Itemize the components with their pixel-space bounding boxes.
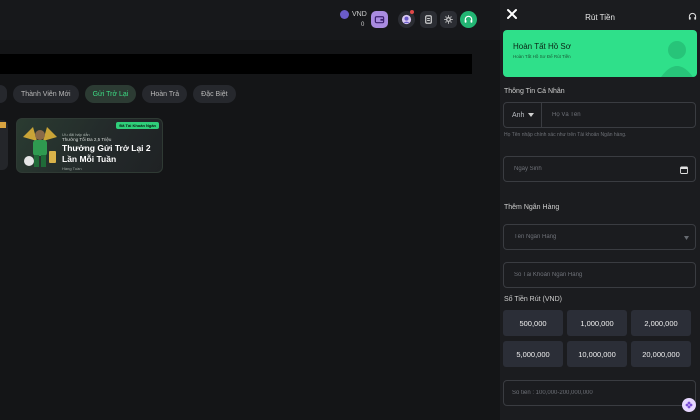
withdraw-amount-label: Số Tiền Rút (VND): [504, 296, 562, 303]
tab-all[interactable]: [0, 85, 7, 103]
name-hint: Họ Tên nhập chính xác như trên Tài khoản…: [504, 132, 627, 138]
headset-icon: [464, 15, 473, 23]
bank-name-field[interactable]: [503, 224, 696, 250]
promo-card-partial[interactable]: [0, 120, 8, 170]
complete-profile-card[interactable]: Hoàn Tất Hồ Sơ Hoàn Tất Hồ Sơ Để Rút Tiề…: [503, 30, 697, 77]
amount-field: [503, 380, 696, 406]
withdraw-panel: Rút Tiền Hoàn Tất Hồ Sơ Hoàn Tất Hồ Sơ Đ…: [500, 0, 700, 420]
currency-icon: [340, 10, 349, 19]
promo-max-bonus: Thưởng Tối Đa 2,5 Triệu: [62, 137, 112, 142]
full-name-input[interactable]: [552, 103, 692, 127]
amount-preset-grid: 500,000 1,000,000 2,000,000 5,000,000 10…: [503, 310, 693, 367]
settings-button[interactable]: [440, 11, 457, 28]
promo-tag: [0, 122, 6, 128]
amount-preset-button[interactable]: 5,000,000: [503, 341, 563, 367]
tab-rebate[interactable]: Hoàn Trả: [142, 85, 188, 103]
amount-input[interactable]: [512, 381, 682, 405]
profile-card-subtitle: Hoàn Tất Hồ Sơ Để Rút Tiền: [513, 54, 571, 59]
support-button[interactable]: [460, 11, 477, 28]
currency-label: VND: [352, 11, 367, 18]
notification-dot: [410, 10, 414, 14]
account-number-input[interactable]: [514, 263, 689, 287]
headset-icon[interactable]: [688, 12, 697, 21]
panel-title: Rút Tiền: [585, 13, 615, 22]
message-icon: [425, 15, 432, 24]
caret-down-icon: [528, 113, 534, 117]
tab-new-member[interactable]: Thành Viên Mới: [13, 85, 79, 103]
full-name-field: Anh: [503, 102, 696, 128]
balance-value: 0: [361, 22, 365, 28]
currency-selector[interactable]: VND: [340, 10, 367, 19]
message-button[interactable]: [420, 11, 437, 28]
promo-tabs: Thành Viên Mới Gửi Trở Lại Hoàn Trả Đặc …: [0, 85, 236, 103]
amount-preset-button[interactable]: 2,000,000: [631, 310, 691, 336]
bank-name-select[interactable]: [514, 225, 674, 249]
top-bar: VND 0: [0, 0, 500, 40]
account-number-field: [503, 262, 696, 288]
personal-info-label: Thông Tin Cá Nhân: [504, 88, 565, 95]
dob-field: [503, 156, 696, 182]
promo-title: Thưởng Gửi Trở Lại 2 Lần Mỗi Tuần: [62, 143, 151, 164]
salutation-value: Anh: [512, 111, 525, 119]
tab-redeposit[interactable]: Gửi Trở Lại: [84, 85, 137, 103]
amount-preset-button[interactable]: 20,000,000: [631, 341, 691, 367]
add-bank-label: Thêm Ngân Hàng: [504, 204, 560, 211]
chevron-down-icon: [684, 236, 689, 240]
trophy-player-illustration: [23, 127, 57, 167]
main-page: VND 0 Thành Viên Mới Gửi Trở Lại Hoàn Tr…: [0, 0, 500, 420]
wallet-button[interactable]: [371, 11, 388, 28]
amount-preset-button[interactable]: 10,000,000: [567, 341, 627, 367]
banner-strip: [0, 54, 472, 74]
gear-icon: [444, 15, 453, 24]
flower-icon: [685, 401, 693, 409]
calendar-icon[interactable]: [680, 166, 688, 174]
profile-card-title: Hoàn Tất Hồ Sơ: [513, 42, 572, 51]
wallet-icon: [374, 16, 385, 24]
tab-special[interactable]: Đặc Biệt: [193, 85, 236, 103]
user-silhouette-icon: [661, 41, 693, 77]
floating-help-button[interactable]: [682, 398, 696, 412]
app-root: VND 0 Thành Viên Mới Gửi Trở Lại Hoàn Tr…: [0, 0, 700, 420]
promo-badge: Đã Tài Khoản Ngân: [116, 122, 159, 129]
salutation-select[interactable]: Anh: [504, 103, 542, 127]
amount-preset-button[interactable]: 1,000,000: [567, 310, 627, 336]
amount-preset-button[interactable]: 500,000: [503, 310, 563, 336]
dob-input[interactable]: [514, 157, 674, 181]
promo-card[interactable]: Đã Tài Khoản Ngân Ưu đãi hấp dẫn Thưởng …: [16, 118, 163, 173]
avatar-icon: [401, 14, 412, 25]
promo-frequency: Hàng Tuần: [62, 166, 82, 171]
